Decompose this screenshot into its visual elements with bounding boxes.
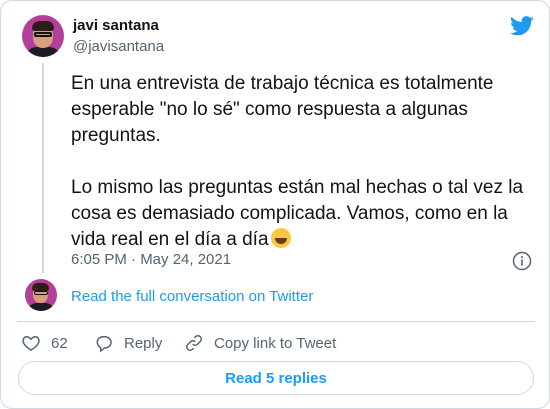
- like-button[interactable]: 62: [21, 332, 68, 354]
- tweet-timestamp[interactable]: 6:05 PM · May 24, 2021: [71, 251, 231, 268]
- rofl-emoji-icon: [270, 228, 291, 248]
- avatar-glasses: [34, 32, 52, 37]
- read-replies-button[interactable]: Read 5 replies: [18, 361, 534, 395]
- tweet-body: En una entrevista de trabajo técnica es …: [71, 73, 524, 250]
- like-count: 62: [51, 334, 68, 352]
- avatar-body: [25, 47, 61, 57]
- author-name[interactable]: javi santana: [73, 17, 159, 34]
- copy-link-label: Copy link to Tweet: [214, 334, 337, 352]
- info-icon[interactable]: [512, 251, 532, 271]
- avatar-glasses: [34, 291, 48, 295]
- link-icon: [186, 335, 202, 351]
- avatar-body: [27, 303, 55, 311]
- reply-label: Reply: [124, 334, 163, 352]
- avatar-hair: [32, 283, 49, 291]
- avatar-hair: [32, 21, 54, 31]
- heart-icon: [22, 335, 40, 351]
- author-avatar[interactable]: [22, 15, 64, 57]
- thread-line: [42, 63, 44, 273]
- twitter-bird-icon[interactable]: [510, 16, 534, 36]
- conversation-avatar[interactable]: [25, 279, 57, 311]
- reply-button[interactable]: Reply: [94, 332, 162, 354]
- reply-bubble-icon: [96, 336, 112, 353]
- copy-link-button[interactable]: Copy link to Tweet: [184, 332, 336, 354]
- tweet-card: javi santana @javisantana En una entrevi…: [0, 0, 550, 409]
- author-handle[interactable]: @javisantana: [73, 38, 164, 55]
- read-conversation-link[interactable]: Read the full conversation on Twitter: [71, 288, 313, 305]
- tweet-text: En una entrevista de trabajo técnica es …: [71, 71, 541, 253]
- actions-divider: [17, 321, 535, 322]
